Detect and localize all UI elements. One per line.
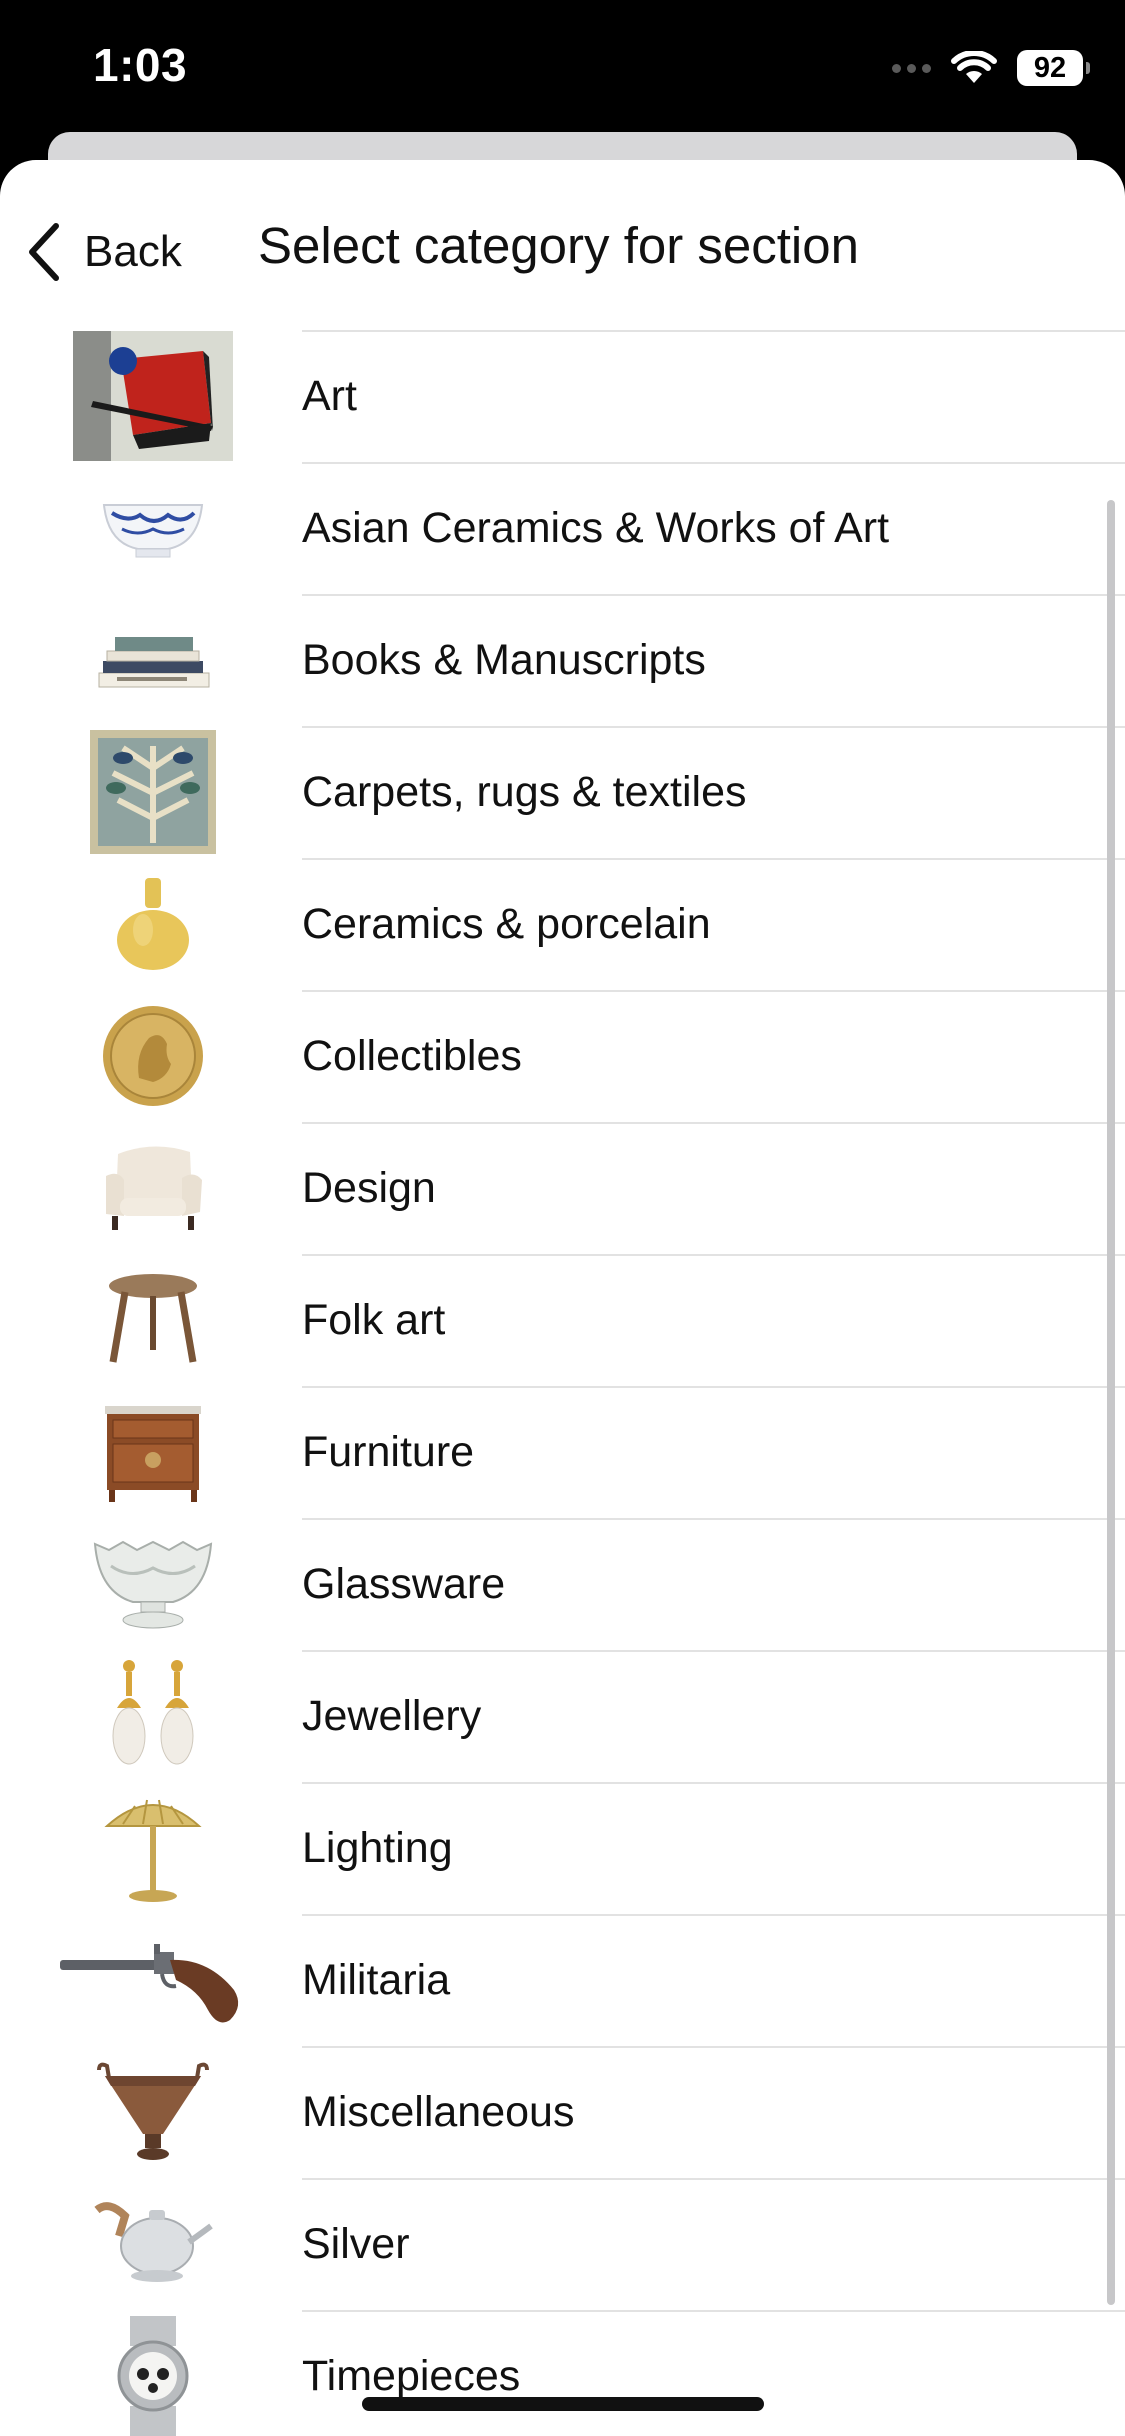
category-label: Silver bbox=[302, 2220, 410, 2268]
category-sheet: Back Select category for section Art Asi… bbox=[0, 160, 1125, 2436]
category-label: Art bbox=[302, 372, 357, 420]
coin-thumbnail bbox=[58, 990, 248, 1122]
category-label: Jewellery bbox=[302, 1692, 482, 1740]
category-label: Lighting bbox=[302, 1824, 453, 1872]
category-row-lighting[interactable]: Lighting bbox=[0, 1782, 1125, 1914]
vase-thumbnail bbox=[58, 858, 248, 990]
category-label: Ceramics & porcelain bbox=[302, 900, 711, 948]
category-label: Folk art bbox=[302, 1296, 446, 1344]
bowl-thumbnail bbox=[58, 462, 248, 594]
battery-icon: 92 bbox=[1017, 50, 1090, 86]
category-row-collectibles[interactable]: Collectibles bbox=[0, 990, 1125, 1122]
rug-thumbnail bbox=[58, 726, 248, 858]
chevron-left-icon bbox=[29, 223, 59, 281]
pistol-thumbnail bbox=[58, 1914, 248, 2046]
category-row-asian-ceramics[interactable]: Asian Ceramics & Works of Art bbox=[0, 462, 1125, 594]
category-row-ceramics[interactable]: Ceramics & porcelain bbox=[0, 858, 1125, 990]
armchair-thumbnail bbox=[58, 1122, 248, 1254]
navigation-bar: Back Select category for section bbox=[0, 160, 1125, 330]
category-row-miscellaneous[interactable]: Miscellaneous bbox=[0, 2046, 1125, 2178]
category-row-timepieces[interactable]: Timepieces bbox=[0, 2310, 1125, 2436]
earrings-thumbnail bbox=[58, 1650, 248, 1782]
books-thumbnail bbox=[58, 594, 248, 726]
category-label: Carpets, rugs & textiles bbox=[302, 768, 747, 816]
back-button[interactable]: Back bbox=[26, 212, 182, 292]
category-row-design[interactable]: Design bbox=[0, 1122, 1125, 1254]
category-label: Furniture bbox=[302, 1428, 475, 1476]
teapot-thumbnail bbox=[58, 2178, 248, 2310]
category-label: Timepieces bbox=[302, 2352, 521, 2400]
category-row-folk-art[interactable]: Folk art bbox=[0, 1254, 1125, 1386]
home-indicator bbox=[362, 2397, 764, 2411]
painting-thumbnail bbox=[58, 330, 248, 462]
status-bar: 1:03 92 bbox=[0, 0, 1125, 140]
category-label: Asian Ceramics & Works of Art bbox=[302, 504, 890, 552]
lamp-thumbnail bbox=[58, 1782, 248, 1914]
category-row-furniture[interactable]: Furniture bbox=[0, 1386, 1125, 1518]
stool-thumbnail bbox=[58, 1254, 248, 1386]
category-row-silver[interactable]: Silver bbox=[0, 2178, 1125, 2310]
page-title: Select category for section bbox=[258, 217, 859, 274]
urn-thumbnail bbox=[58, 2046, 248, 2178]
watch-thumbnail bbox=[58, 2310, 248, 2436]
status-time: 1:03 bbox=[93, 39, 188, 91]
category-label: Miscellaneous bbox=[302, 2088, 575, 2136]
category-list: Art Asian Ceramics & Works of Art Books … bbox=[0, 330, 1125, 2436]
status-icons: 92 bbox=[892, 48, 1090, 88]
category-label: Books & Manuscripts bbox=[302, 636, 706, 684]
signal-icon bbox=[892, 63, 931, 73]
category-row-carpets[interactable]: Carpets, rugs & textiles bbox=[0, 726, 1125, 858]
commode-thumbnail bbox=[58, 1386, 248, 1518]
wifi-icon bbox=[951, 51, 997, 83]
category-row-militaria[interactable]: Militaria bbox=[0, 1914, 1125, 2046]
category-label: Militaria bbox=[302, 1956, 451, 2004]
category-label: Glassware bbox=[302, 1560, 506, 1608]
category-row-books[interactable]: Books & Manuscripts bbox=[0, 594, 1125, 726]
glass-bowl-thumbnail bbox=[58, 1518, 248, 1650]
scrollbar[interactable] bbox=[1107, 500, 1115, 2305]
category-row-glassware[interactable]: Glassware bbox=[0, 1518, 1125, 1650]
category-row-art[interactable]: Art bbox=[0, 330, 1125, 462]
category-label: Design bbox=[302, 1164, 436, 1212]
category-label: Collectibles bbox=[302, 1032, 522, 1080]
back-label: Back bbox=[84, 227, 182, 276]
category-row-jewellery[interactable]: Jewellery bbox=[0, 1650, 1125, 1782]
